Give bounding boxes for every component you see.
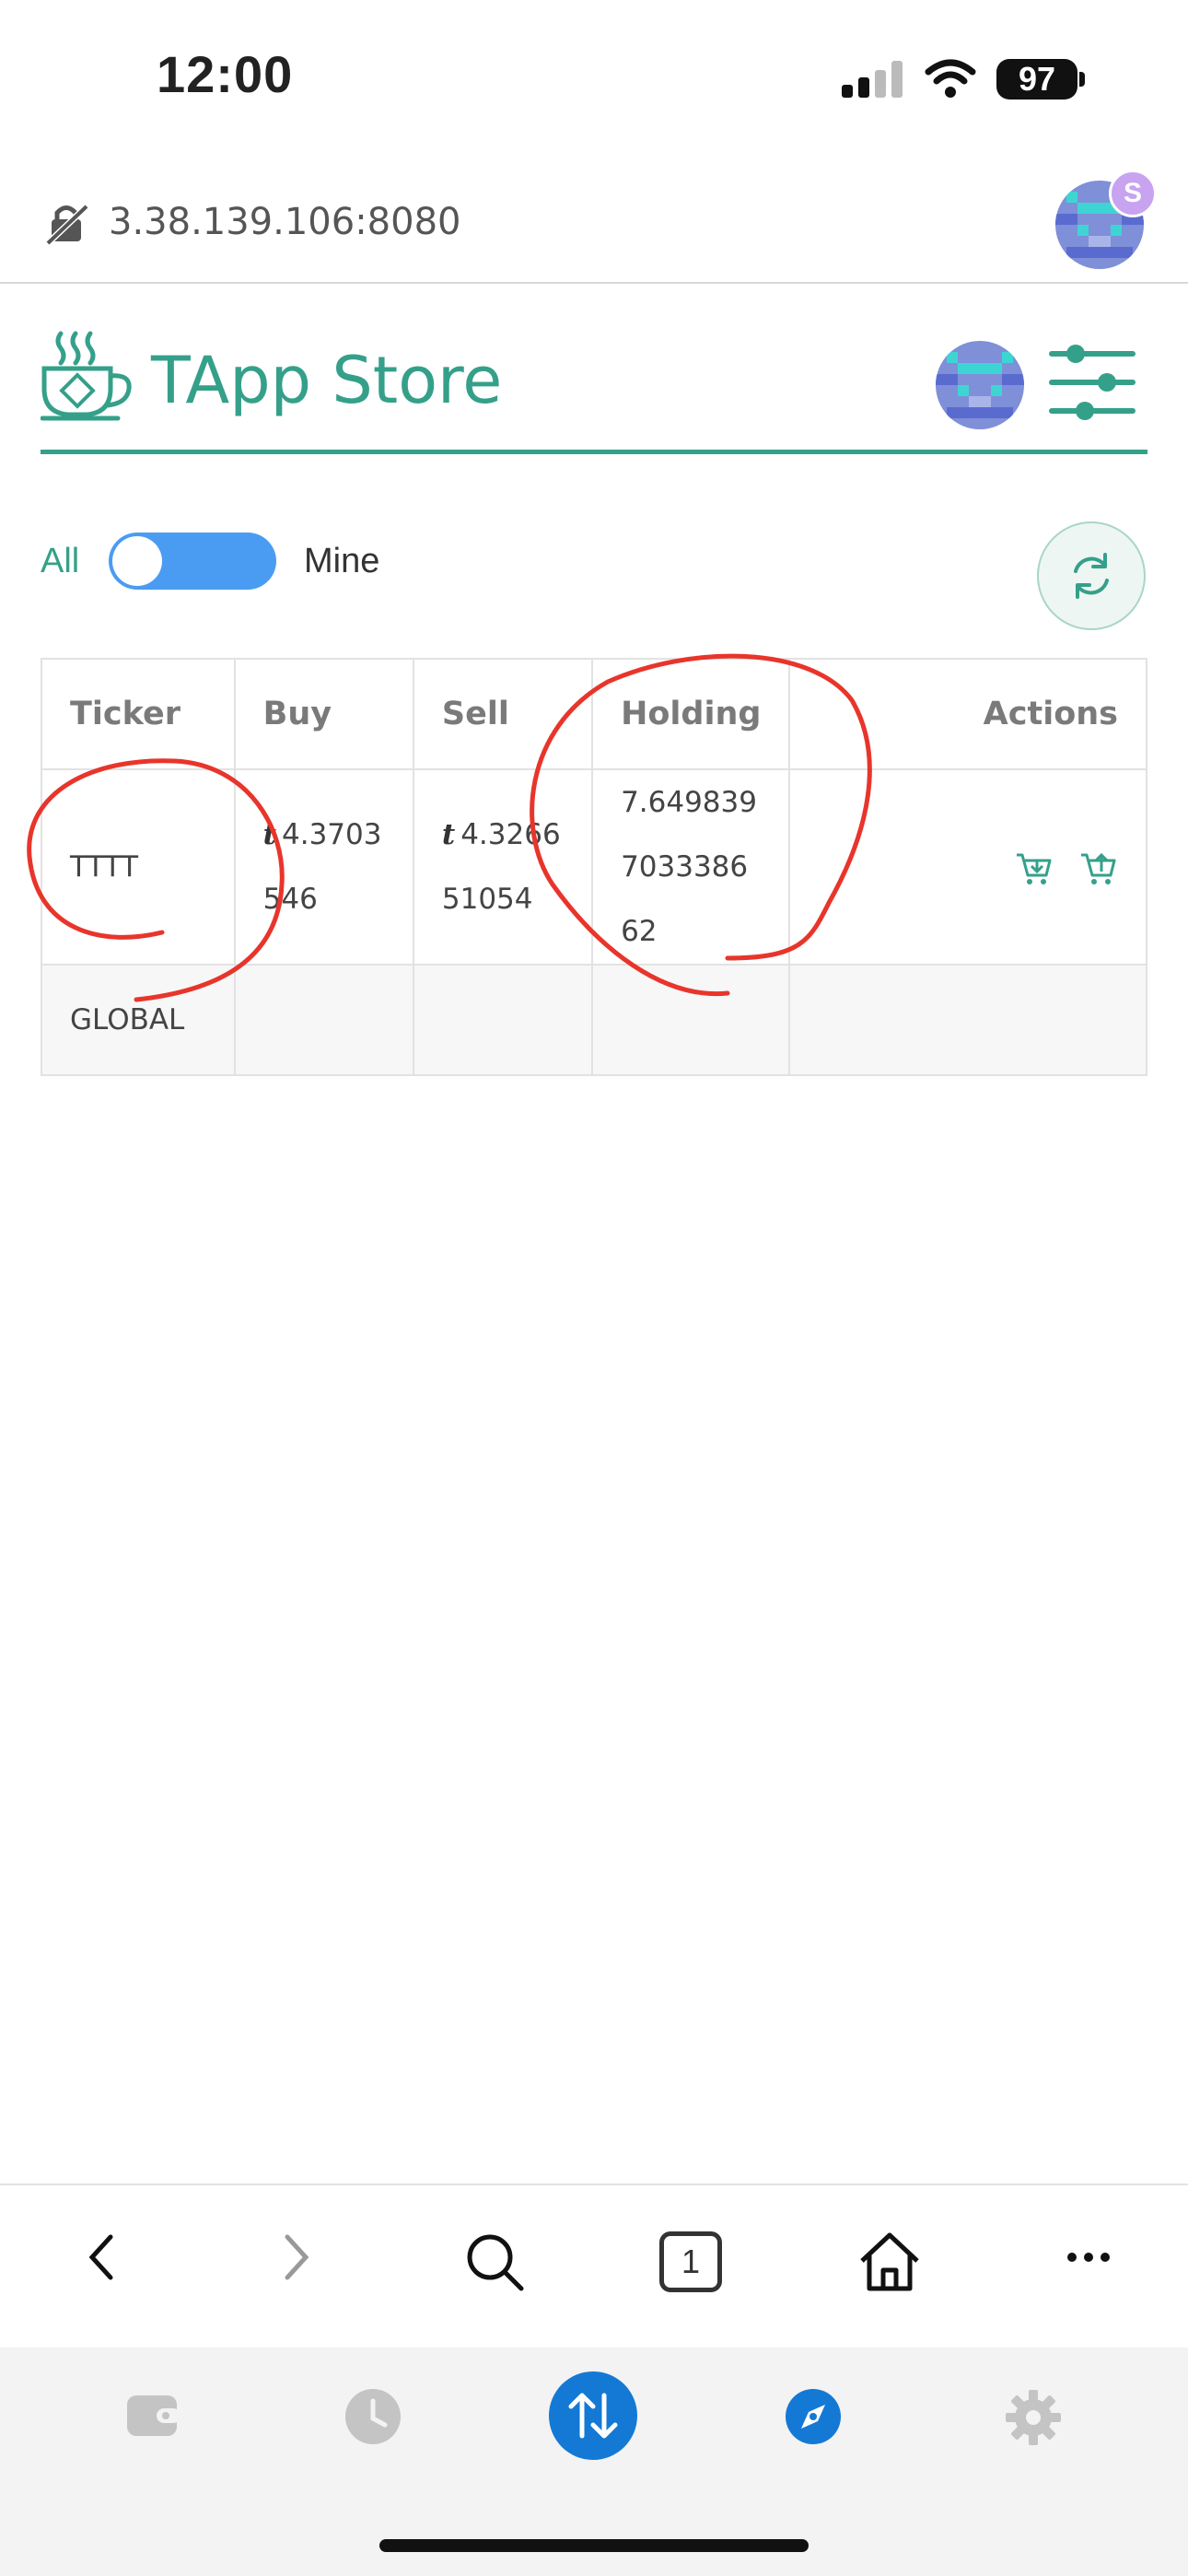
cart-remove-icon[interactable] bbox=[1079, 849, 1118, 888]
col-header-ticker: Ticker bbox=[41, 658, 236, 770]
sell-price: 4.326651054 bbox=[441, 818, 561, 916]
insecure-lock-icon[interactable] bbox=[44, 201, 90, 247]
search-icon[interactable] bbox=[462, 2230, 527, 2294]
tapp-table: Ticker Buy Sell Holding Actions TTTT t 4.… bbox=[41, 658, 1147, 1076]
ticker-cell: TTTT bbox=[41, 768, 236, 966]
col-header-buy: Buy bbox=[233, 658, 414, 770]
col-header-holding: Holding bbox=[591, 658, 791, 770]
battery-indicator: 97 bbox=[996, 59, 1077, 100]
table-row: GLOBAL bbox=[41, 964, 1147, 1076]
battery-tip bbox=[1079, 72, 1085, 87]
sell-price-cell: t 4.326651054 bbox=[412, 768, 594, 966]
filter-mine-label[interactable]: Mine bbox=[304, 542, 379, 581]
status-time: 12:00 bbox=[157, 45, 294, 103]
home-indicator bbox=[379, 2539, 809, 2552]
app-title: TApp Store bbox=[151, 343, 503, 418]
buy-price-cell bbox=[233, 964, 414, 1076]
cellular-signal-icon bbox=[842, 61, 904, 98]
tea-cup-logo-icon bbox=[41, 331, 132, 421]
table-row: TTTT t 4.3703546 t 4.326651054 7.649839703… bbox=[41, 768, 1147, 966]
more-icon[interactable] bbox=[1065, 2248, 1112, 2266]
profile-badge: S bbox=[1109, 170, 1157, 217]
header-underline bbox=[41, 450, 1147, 454]
filter-all-label[interactable]: All bbox=[41, 542, 79, 581]
toggle-knob[interactable] bbox=[112, 536, 162, 586]
holding-cell: 7.6498397033386 62 bbox=[591, 768, 791, 966]
currency-icon: t bbox=[262, 818, 276, 851]
address-bar-divider bbox=[0, 282, 1188, 284]
tab-count-button[interactable]: 1 bbox=[659, 2231, 722, 2292]
clock-icon[interactable] bbox=[344, 2388, 402, 2445]
actions-cell bbox=[788, 964, 1147, 1076]
ticker-cell: GLOBAL bbox=[41, 964, 236, 1076]
currency-icon: t bbox=[441, 818, 456, 851]
sliders-icon[interactable] bbox=[1048, 341, 1136, 424]
gear-icon[interactable] bbox=[1004, 2388, 1063, 2447]
buy-price-cell: t 4.3703546 bbox=[233, 768, 414, 966]
wallet-icon[interactable] bbox=[125, 2392, 182, 2440]
refresh-button[interactable] bbox=[1037, 521, 1146, 630]
account-avatar[interactable] bbox=[936, 341, 1024, 429]
address-bar-url[interactable]: 3.38.139.106:8080 bbox=[109, 201, 460, 243]
table-header-row: Ticker Buy Sell Holding Actions bbox=[41, 658, 1147, 770]
toolbar-divider bbox=[0, 2184, 1188, 2185]
actions-cell bbox=[788, 768, 1147, 966]
chevron-left-icon[interactable] bbox=[83, 2230, 120, 2285]
col-header-sell: Sell bbox=[412, 658, 594, 770]
home-icon[interactable] bbox=[856, 2230, 923, 2294]
chevron-right-icon[interactable] bbox=[278, 2230, 315, 2285]
swap-icon bbox=[568, 2393, 618, 2439]
compass-icon[interactable] bbox=[785, 2388, 842, 2445]
wifi-icon bbox=[925, 59, 976, 98]
holding-cell bbox=[591, 964, 791, 1076]
refresh-icon bbox=[1074, 553, 1109, 599]
cart-add-icon[interactable] bbox=[1015, 849, 1054, 888]
swap-button[interactable] bbox=[549, 2371, 637, 2460]
buy-price: 4.3703546 bbox=[262, 818, 382, 916]
sell-price-cell bbox=[412, 964, 594, 1076]
col-header-actions: Actions bbox=[788, 658, 1147, 770]
